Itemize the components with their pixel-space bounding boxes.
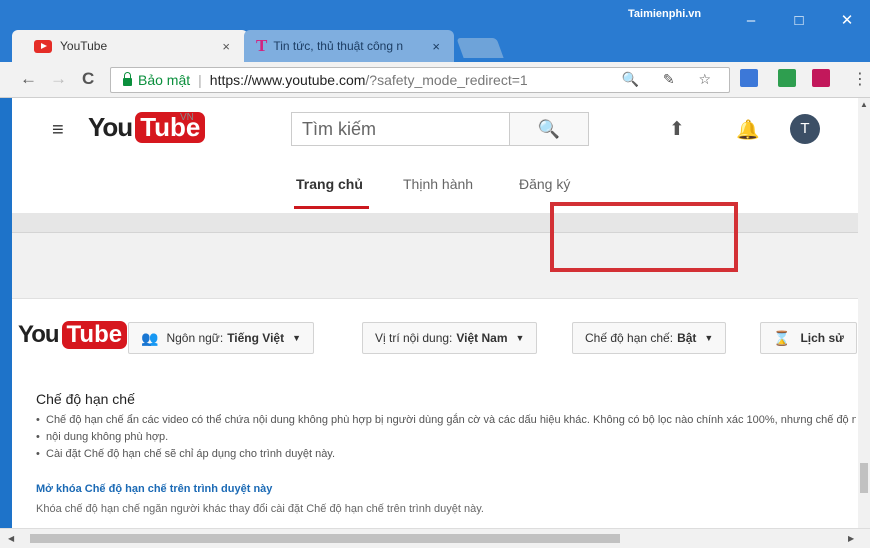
vertical-scrollbar[interactable]: ▲ [858, 98, 870, 528]
language-dropdown[interactable]: 👥 Ngôn ngữ: Tiếng Việt ▼ [128, 322, 315, 354]
lock-icon [123, 72, 132, 86]
minimize-button[interactable]: – [728, 6, 774, 36]
address-bar[interactable]: Bảo mật | https://www.youtube.com/?safet… [110, 67, 730, 93]
address-separator: | [198, 72, 202, 88]
page-content: ≡ You Tube VN Tìm kiếm 🔍 ⬆ 🔔 T Trang chủ… [12, 98, 864, 528]
horizontal-scroll-thumb[interactable] [30, 534, 620, 543]
tab-news[interactable]: T Tin tức, thủ thuật công n × [244, 30, 454, 62]
list-item: Cài đặt Chế độ hạn chế sẽ chỉ áp dụng ch… [36, 447, 856, 461]
youtube-footer: You Tube 👥 Ngôn ngữ: Tiếng Việt ▼ Vị trí … [12, 298, 864, 528]
search-input[interactable]: Tìm kiếm [291, 112, 509, 146]
restricted-mode-title: Chế độ hạn chế [36, 391, 135, 407]
chevron-down-icon: ▼ [515, 333, 525, 343]
tab-title: Tin tức, thủ thuật công n [273, 39, 404, 53]
tab-trending[interactable]: Thịnh hành [403, 176, 473, 192]
extension-icon[interactable] [740, 69, 758, 87]
restricted-mode-info: Chế độ hạn chế ẩn các video có thể chứa … [36, 413, 856, 461]
search-icon: 🔍 [537, 119, 561, 139]
url-path: /?safety_mode_redirect=1 [365, 72, 528, 88]
back-icon[interactable]: ← [20, 69, 37, 89]
close-window-button[interactable]: ✕ [824, 6, 870, 36]
youtube-favicon-icon [34, 39, 52, 53]
lock-note: Khóa chế độ hạn chế ngăn người khác thay… [36, 503, 484, 515]
close-tab-icon[interactable]: × [432, 39, 440, 54]
list-item: Chế độ hạn chế ẩn các video có thể chứa … [36, 413, 856, 427]
history-button[interactable]: ⌛ Lịch sử [760, 322, 857, 354]
youtube-logo[interactable]: You Tube VN [88, 112, 206, 143]
scroll-up-icon[interactable]: ▲ [860, 100, 868, 109]
region-label: VN [180, 112, 194, 123]
restricted-mode-highlight [550, 202, 738, 272]
shield-extension-icon[interactable] [778, 69, 796, 87]
chevron-down-icon: ▼ [292, 333, 302, 343]
active-tab-underline [294, 206, 369, 209]
youtube-header: ≡ You Tube VN Tìm kiếm 🔍 ⬆ 🔔 T Trang chủ… [12, 98, 864, 213]
hamburger-menu-icon[interactable]: ≡ [52, 119, 64, 142]
scroll-left-icon[interactable]: ◀ [8, 534, 14, 543]
restricted-mode-panel: Chế độ hạn chế Chế độ hạn chế ẩn các vid… [36, 391, 856, 515]
browser-toolbar: ← → C Bảo mật | https://www.youtube.com /… [0, 62, 870, 98]
restricted-mode-dropdown[interactable]: Chế độ hạn chế: Bật ▼ [572, 322, 727, 354]
menu-kebab-icon[interactable]: ⋮ [852, 69, 868, 89]
tab-youtube[interactable]: YouTube × [12, 30, 248, 62]
url-host: https://www.youtube.com [209, 72, 366, 88]
scroll-right-icon[interactable]: ▶ [848, 534, 854, 543]
t-favicon-icon: T [256, 36, 268, 55]
brand-watermark: Taimienphi.vn [628, 8, 702, 20]
video-block-extension-icon[interactable] [812, 69, 830, 87]
title-bar: YouTube × T Tin tức, thủ thuật công n × … [0, 0, 870, 62]
chevron-down-icon: ▼ [704, 333, 714, 343]
footer-youtube-logo[interactable]: You Tube [18, 321, 128, 349]
search-button[interactable]: 🔍 [509, 112, 589, 146]
unlock-restricted-mode-link[interactable]: Mở khóa Chế độ hạn chế trên trình duyệt … [36, 483, 856, 495]
vertical-scroll-thumb[interactable] [860, 463, 868, 493]
reload-icon[interactable]: C [82, 69, 94, 89]
avatar[interactable]: T [790, 114, 820, 144]
people-icon: 👥 [141, 329, 159, 346]
horizontal-scrollbar[interactable]: ◀ ▶ [0, 528, 870, 548]
tab-title: YouTube [60, 39, 108, 53]
bell-icon[interactable]: 🔔 [736, 118, 760, 142]
tab-home[interactable]: Trang chủ [296, 176, 363, 192]
hourglass-icon: ⌛ [773, 329, 791, 346]
upload-icon[interactable]: ⬆ [669, 118, 685, 141]
tab-subscriptions[interactable]: Đăng ký [519, 176, 570, 192]
close-tab-icon[interactable]: × [222, 39, 230, 54]
list-item-continuation: nội dung không phù hợp. [36, 430, 856, 444]
new-tab-button[interactable] [456, 38, 504, 58]
secure-label: Bảo mật [138, 72, 191, 88]
maximize-button[interactable]: □ [776, 6, 822, 36]
forward-icon[interactable]: → [50, 69, 67, 89]
omnibox-action-icons[interactable]: 🔍 ✎ ☆ [622, 71, 722, 88]
location-dropdown[interactable]: Vị trí nội dung: Việt Nam ▼ [362, 322, 538, 354]
